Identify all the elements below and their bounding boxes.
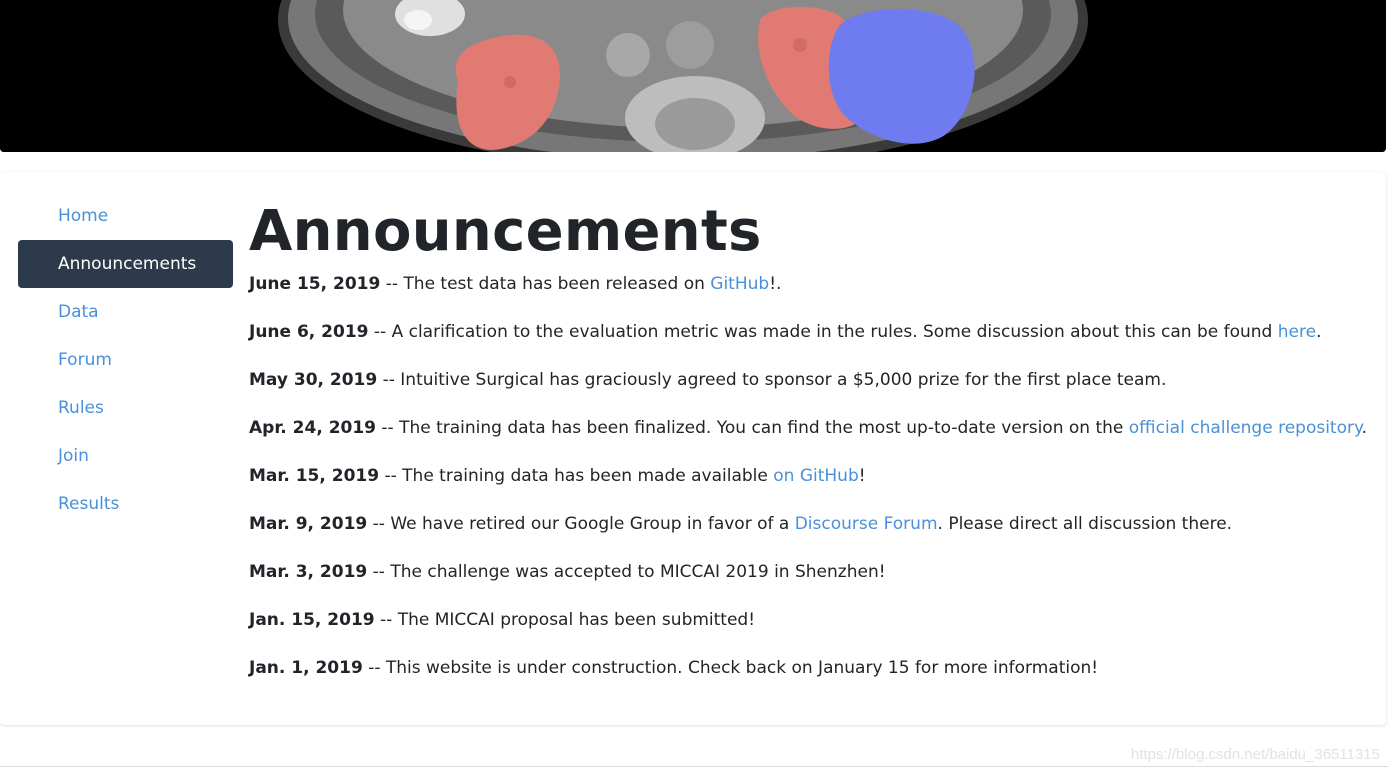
announcement-text-end: !.: [769, 274, 782, 294]
announcement-item: Apr. 24, 2019 -- The training data has b…: [249, 416, 1367, 464]
announcement-text: -- The training data has been made avail…: [379, 466, 774, 486]
announcement-date: May 30, 2019: [249, 370, 378, 390]
nav-item-data[interactable]: Data: [18, 288, 233, 336]
announcement-item: Jan. 1, 2019 -- This website is under co…: [249, 656, 1359, 704]
announcement-text-end: !: [858, 466, 866, 486]
announcement-text: -- The challenge was accepted to MICCAI …: [367, 562, 886, 582]
announcement-text-end: . Please direct all discussion there.: [937, 514, 1233, 534]
ct-scan-image: [0, 0, 1386, 152]
announcement-list: June 15, 2019 -- The test data has been …: [249, 272, 1367, 704]
announcement-item: Mar. 3, 2019 -- The challenge was accept…: [249, 560, 1359, 608]
announcement-text: -- A clarification to the evaluation met…: [368, 322, 1278, 342]
announcement-date: June 6, 2019: [249, 322, 369, 342]
announcement-item: May 30, 2019 -- Intuitive Surgical has g…: [249, 368, 1359, 416]
sidebar-nav: Home Announcements Data Forum Rules Join…: [18, 192, 233, 528]
announcement-date: Apr. 24, 2019: [249, 418, 377, 438]
nav-item-join[interactable]: Join: [18, 432, 233, 480]
announcement-text: -- The test data has been released on: [380, 274, 711, 294]
announcement-text: -- This website is under construction. C…: [362, 658, 1099, 678]
announcement-item: Jan. 15, 2019 -- The MICCAI proposal has…: [249, 608, 1359, 656]
main-content: Announcements June 15, 2019 -- The test …: [249, 198, 1367, 704]
announcement-text: -- The training data has been finalized.…: [376, 418, 1129, 438]
github-link[interactable]: GitHub: [710, 274, 769, 294]
announcement-text: -- We have retired our Google Group in f…: [367, 514, 795, 534]
announcement-item: June 6, 2019 -- A clarification to the e…: [249, 320, 1359, 368]
nav-item-home[interactable]: Home: [18, 192, 233, 240]
announcement-date: Mar. 9, 2019: [249, 514, 368, 534]
nav-item-results[interactable]: Results: [18, 480, 233, 528]
announcement-text-end: .: [1361, 418, 1368, 438]
discourse-forum-link[interactable]: Discourse Forum: [795, 514, 938, 534]
announcement-item: Mar. 9, 2019 -- We have retired our Goog…: [249, 512, 1359, 560]
announcement-date: Mar. 15, 2019: [249, 466, 380, 486]
main-card: Home Announcements Data Forum Rules Join…: [0, 172, 1386, 725]
announcement-item: June 15, 2019 -- The test data has been …: [249, 272, 1359, 320]
announcement-text: -- The MICCAI proposal has been submitte…: [374, 610, 756, 630]
header-banner-image: [0, 0, 1386, 152]
announcement-date: Jan. 1, 2019: [249, 658, 363, 678]
discussion-link[interactable]: here: [1278, 322, 1316, 342]
page-title: Announcements: [249, 199, 762, 264]
announcement-date: Jan. 15, 2019: [249, 610, 375, 630]
nav-item-forum[interactable]: Forum: [18, 336, 233, 384]
footer-divider: [0, 766, 1388, 767]
official-repo-link[interactable]: official challenge repository: [1129, 418, 1362, 438]
on-github-link[interactable]: on GitHub: [773, 466, 859, 486]
announcement-date: Mar. 3, 2019: [249, 562, 368, 582]
announcement-item: Mar. 15, 2019 -- The training data has b…: [249, 464, 1359, 512]
watermark-text: https://blog.csdn.net/baidu_36511315: [1130, 746, 1380, 763]
announcement-date: June 15, 2019: [249, 274, 381, 294]
announcement-text: -- Intuitive Surgical has graciously agr…: [377, 370, 1167, 390]
nav-item-rules[interactable]: Rules: [18, 384, 233, 432]
announcement-text-end: .: [1316, 322, 1322, 342]
nav-item-announcements[interactable]: Announcements: [18, 240, 233, 288]
